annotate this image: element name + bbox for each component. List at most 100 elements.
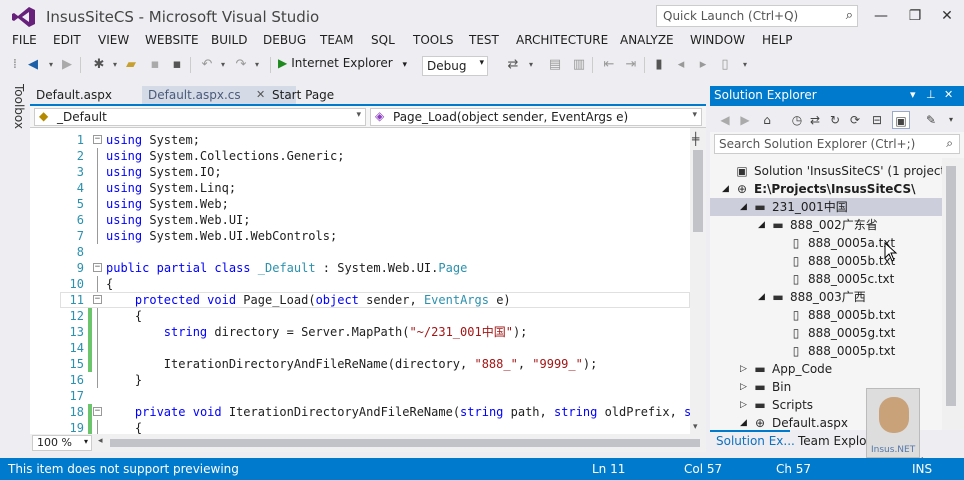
tree-node[interactable]: ▷ ▬ App_Code — [710, 360, 942, 378]
menu-sql[interactable]: SQL — [371, 33, 395, 47]
collapse-arrow-icon[interactable]: ◢ — [740, 414, 750, 430]
editor-vertical-scrollbar[interactable]: ╪ ▾ — [690, 128, 706, 434]
scroll-thumb[interactable] — [693, 150, 703, 232]
menu-build[interactable]: BUILD — [211, 33, 247, 47]
code-line[interactable]: 3 using System.IO; — [30, 164, 690, 180]
zoom-select[interactable]: 100 % ▾ — [32, 435, 92, 451]
next-bookmark-icon[interactable]: ▸ — [694, 56, 712, 74]
menu-file[interactable]: FILE — [12, 33, 37, 47]
tab-start-page[interactable]: Start Page — [266, 86, 366, 106]
close-tab-icon[interactable]: ✕ — [256, 88, 265, 101]
pin-icon[interactable]: ⊥ — [926, 88, 936, 101]
expand-arrow-icon[interactable]: ▷ — [740, 396, 750, 414]
solution-configuration-select[interactable]: Debug ▾ — [422, 56, 488, 76]
code-line[interactable]: 9− public partial class _Default : System… — [30, 260, 690, 276]
format-icon[interactable]: ▤ — [546, 56, 564, 74]
menu-architecture[interactable]: ARCHITECTURE — [516, 33, 608, 47]
code-line[interactable]: 5 using System.Web; — [30, 196, 690, 212]
expand-arrow-icon[interactable]: ▷ — [740, 360, 750, 378]
code-line[interactable]: 8 — [30, 244, 690, 260]
tree-node[interactable]: ◢ ▬ 888_002广东省 — [710, 216, 942, 234]
menu-debug[interactable]: DEBUG — [263, 33, 306, 47]
menu-tools[interactable]: TOOLS — [413, 33, 454, 47]
tree-node[interactable]: ▯ 888_0005c.txt — [710, 270, 942, 288]
code-line[interactable]: 12 { — [30, 308, 690, 324]
refresh-all-icon[interactable]: ⟳ — [846, 111, 864, 129]
layout-icon[interactable]: ▥ — [570, 56, 588, 74]
refresh-icon[interactable]: ↻ — [826, 111, 844, 129]
code-line[interactable]: 11− protected void Page_Load(object send… — [30, 292, 690, 308]
tree-node[interactable]: ▯ 888_0005b.txt — [710, 252, 942, 270]
forward-icon[interactable]: ▶ — [58, 56, 76, 74]
tree-node[interactable]: ◢ ⊕ E:\Projects\InsusSiteCS\ — [710, 180, 942, 198]
solution-search-input[interactable]: Search Solution Explorer (Ctrl+;) ⌕ — [714, 134, 960, 154]
tree-node[interactable]: ▯ 888_0005b.txt — [710, 306, 942, 324]
code-line[interactable]: 2 using System.Collections.Generic; — [30, 148, 690, 164]
scroll-thumb[interactable] — [946, 166, 956, 406]
browser-link-dropdown-icon[interactable]: ▾ — [522, 56, 540, 74]
member-dropdown[interactable]: ◈ Page_Load(object sender, EventArgs e) … — [370, 108, 702, 126]
panel-options-icon[interactable]: ▾ — [910, 88, 916, 101]
collapse-region-icon[interactable]: − — [93, 407, 102, 416]
prev-bookmark-icon[interactable]: ◂ — [672, 56, 690, 74]
collapse-all-icon[interactable]: ⊟ — [868, 111, 886, 129]
menu-edit[interactable]: EDIT — [53, 33, 81, 47]
code-line[interactable]: 15 IterationDirectoryAndFileReName(direc… — [30, 356, 690, 372]
close-icon[interactable]: ✕ — [944, 88, 953, 101]
save-icon[interactable]: ▪ — [146, 56, 164, 74]
collapse-arrow-icon[interactable]: ◢ — [758, 288, 768, 306]
expand-arrow-icon[interactable]: ▷ — [740, 378, 750, 396]
sync-icon[interactable]: ⇄ — [806, 111, 824, 129]
back-icon[interactable]: ◀ — [716, 111, 734, 129]
back-icon[interactable]: ◀ — [24, 56, 42, 74]
history-icon[interactable]: ◷ — [788, 111, 806, 129]
forward-icon[interactable]: ▶ — [736, 111, 754, 129]
toolbar-options-icon[interactable]: ▾ — [736, 56, 754, 74]
minimize-icon[interactable]: — — [868, 4, 894, 28]
collapse-arrow-icon[interactable]: ◢ — [758, 216, 768, 234]
menu-view[interactable]: VIEW — [98, 33, 129, 47]
comment-icon[interactable]: ⇤ — [600, 56, 618, 74]
code-line[interactable]: 14 — [30, 340, 690, 356]
tree-node[interactable]: ◢ ▬ 888_003广西 — [710, 288, 942, 306]
bookmark-icon[interactable]: ▮ — [650, 56, 668, 74]
menu-help[interactable]: HELP — [762, 33, 793, 47]
collapse-arrow-icon[interactable]: ◢ — [740, 198, 750, 216]
redo-dropdown-icon[interactable]: ▾ — [248, 56, 266, 74]
uncomment-icon[interactable]: ⇥ — [622, 56, 640, 74]
code-line[interactable]: 6 using System.Web.UI; — [30, 212, 690, 228]
menu-analyze[interactable]: ANALYZE — [620, 33, 674, 47]
menu-test[interactable]: TEST — [469, 33, 499, 47]
horizontal-scroll-thumb[interactable] — [110, 439, 700, 447]
toolbox-tab[interactable]: Toolbox — [6, 84, 26, 134]
browser-link-icon[interactable]: ⇄ — [504, 56, 522, 74]
show-all-files-icon[interactable]: ▣ — [892, 111, 910, 129]
code-editor[interactable]: 1− using System; 2 using System.Collections… — [30, 128, 690, 434]
code-line[interactable]: 19 { — [30, 420, 690, 434]
menu-website[interactable]: WEBSITE — [145, 33, 199, 47]
save-all-icon[interactable]: ▪ — [168, 56, 186, 74]
collapse-region-icon[interactable]: − — [93, 263, 102, 272]
scroll-left-icon[interactable]: ◂ — [98, 436, 103, 446]
tree-node[interactable]: ▣ Solution 'InsusSiteCS' (1 project) — [710, 162, 942, 180]
properties-icon[interactable]: ✎ — [922, 111, 940, 129]
code-line[interactable]: 7 using System.Web.UI.WebControls; — [30, 228, 690, 244]
tree-node[interactable]: ▯ 888_0005p.txt — [710, 342, 942, 360]
solution-tree-scrollbar[interactable] — [942, 158, 964, 430]
scroll-down-icon[interactable]: ▾ — [693, 422, 698, 432]
restore-icon[interactable]: ❐ — [902, 4, 928, 28]
code-line[interactable]: 18− private void IterationDirectoryAndFi… — [30, 404, 690, 420]
toolbar-dropdown-icon[interactable]: ▾ — [942, 111, 960, 129]
start-debugging-button[interactable]: ▶ Internet Explorer ▾ — [278, 56, 407, 76]
split-icon[interactable]: ╪ — [692, 132, 699, 146]
collapse-arrow-icon[interactable]: ◢ — [722, 180, 732, 198]
menu-window[interactable]: WINDOW — [690, 33, 745, 47]
code-line[interactable]: 1− using System; — [30, 132, 690, 148]
class-dropdown[interactable]: ◆ _Default ▾ — [34, 108, 366, 126]
code-line[interactable]: 10 { — [30, 276, 690, 292]
code-line[interactable]: 4 using System.Linq; — [30, 180, 690, 196]
tab-solution-explorer[interactable]: Solution Ex... — [716, 434, 795, 448]
tree-node[interactable]: ◢ ▬ 231_001中国 — [710, 198, 942, 216]
menu-team[interactable]: TEAM — [320, 33, 353, 47]
code-line[interactable]: 16 } — [30, 372, 690, 388]
